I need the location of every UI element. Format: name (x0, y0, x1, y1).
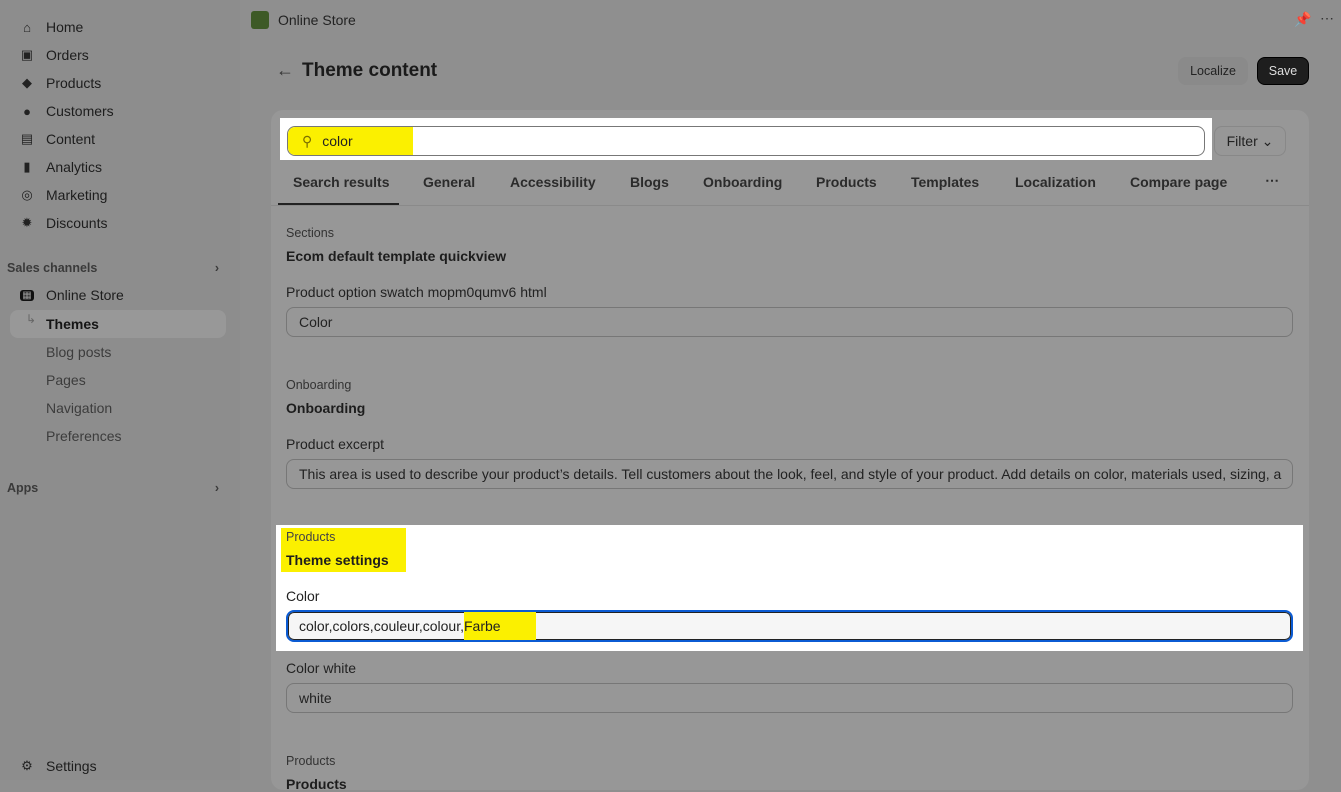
gear-icon: ⚙ (21, 758, 33, 773)
tab-search-results[interactable]: Search results (293, 174, 390, 190)
field-label: Color (286, 588, 320, 604)
save-button[interactable]: Save (1257, 57, 1309, 85)
store-icon: ▦ (20, 289, 34, 301)
sidebar-item-home[interactable]: ⌂ Home (20, 19, 83, 35)
result-category: Onboarding (286, 378, 352, 392)
person-icon: ● (23, 103, 31, 119)
sidebar-item-pages[interactable]: Pages (46, 372, 86, 388)
localize-button[interactable]: Localize (1178, 57, 1248, 85)
tab-products[interactable]: Products (816, 174, 877, 190)
chevron-right-icon: › (214, 261, 219, 275)
color-field[interactable]: color,colors,couleur,colour, Farbe (286, 610, 1293, 642)
sidebar-item-customers[interactable]: ● Customers (20, 103, 114, 119)
more-tabs-icon[interactable]: ⋯ (1265, 172, 1279, 189)
online-store-logo-icon (251, 11, 269, 29)
product-excerpt-field[interactable]: This area is used to describe your produ… (286, 459, 1293, 489)
result-title: Onboarding (286, 400, 366, 416)
tab-compare-page[interactable]: Compare page (1130, 174, 1227, 190)
tab-onboarding[interactable]: Onboarding (703, 174, 782, 190)
content-icon: ▤ (20, 131, 34, 146)
more-icon[interactable]: ⋯ (1320, 10, 1334, 27)
highlighted-match: Farbe (463, 612, 536, 640)
pin-icon[interactable]: 📌 (1294, 11, 1311, 28)
search-input[interactable]: ⚲ color (287, 126, 1205, 156)
field-label: Color white (286, 660, 357, 676)
swatch-field[interactable]: Color (286, 307, 1293, 337)
result-category: Products (286, 530, 336, 544)
target-icon: ◎ (21, 187, 33, 202)
tag-icon: ◆ (22, 75, 32, 90)
sub-arrow-icon: ↳ (26, 312, 37, 326)
themes-label: Themes (46, 316, 99, 332)
back-arrow-icon[interactable]: ← (276, 60, 294, 81)
sidebar-item-settings[interactable]: ⚙ Settings (20, 758, 96, 774)
sidebar-item-products[interactable]: ◆ Products (20, 75, 101, 91)
tab-accessibility[interactable]: Accessibility (510, 174, 596, 190)
sidebar-item-themes[interactable] (10, 310, 226, 338)
chevron-right-icon: › (214, 481, 219, 495)
result-category: Sections (286, 226, 334, 240)
sidebar-item-marketing[interactable]: ◎ Marketing (20, 187, 107, 203)
tab-blogs[interactable]: Blogs (630, 174, 669, 190)
search-icon: ⚲ (302, 132, 313, 149)
result-title: Theme settings (286, 552, 389, 568)
sidebar-item-content[interactable]: ▤ Content (20, 131, 95, 147)
sidebar-item-preferences[interactable]: Preferences (46, 428, 121, 444)
sidebar-item-orders[interactable]: ▣ Orders (20, 47, 89, 63)
filter-button[interactable]: Filter ⌄ (1214, 126, 1286, 156)
inbox-icon: ▣ (20, 47, 34, 62)
result-title: Ecom default template quickview (286, 248, 507, 264)
field-label: Product option swatch mopm0qumv6 html (286, 284, 547, 300)
apps-header[interactable]: Apps › (7, 481, 219, 495)
sidebar-item-navigation[interactable]: Navigation (46, 400, 112, 416)
tab-general[interactable]: General (423, 174, 475, 190)
home-icon: ⌂ (23, 19, 31, 35)
page-title: Theme content (302, 60, 438, 81)
tab-localization[interactable]: Localization (1015, 174, 1096, 190)
sales-channels-header[interactable]: Sales channels › (7, 261, 219, 275)
discount-icon: ✹ (21, 215, 33, 230)
sidebar-item-online-store[interactable]: ▦ Online Store (20, 287, 124, 303)
sidebar-item-blog-posts[interactable]: Blog posts (46, 344, 111, 360)
tab-templates[interactable]: Templates (911, 174, 979, 190)
bar-chart-icon: ▮ (23, 159, 31, 174)
result-title: Products (286, 776, 347, 792)
sidebar: ⌂ Home ▣ Orders ◆ Products ● Customers ▤ Cont… (0, 0, 240, 780)
sidebar-item-analytics[interactable]: ▮ Analytics (20, 159, 102, 175)
app-title: Online Store (278, 12, 356, 28)
sidebar-item-discounts[interactable]: ✹ Discounts (20, 215, 108, 231)
color-white-field[interactable]: white (286, 683, 1293, 713)
chevron-down-icon: ⌄ (1261, 132, 1274, 149)
result-category: Products (286, 754, 336, 768)
field-label: Product excerpt (286, 436, 385, 452)
